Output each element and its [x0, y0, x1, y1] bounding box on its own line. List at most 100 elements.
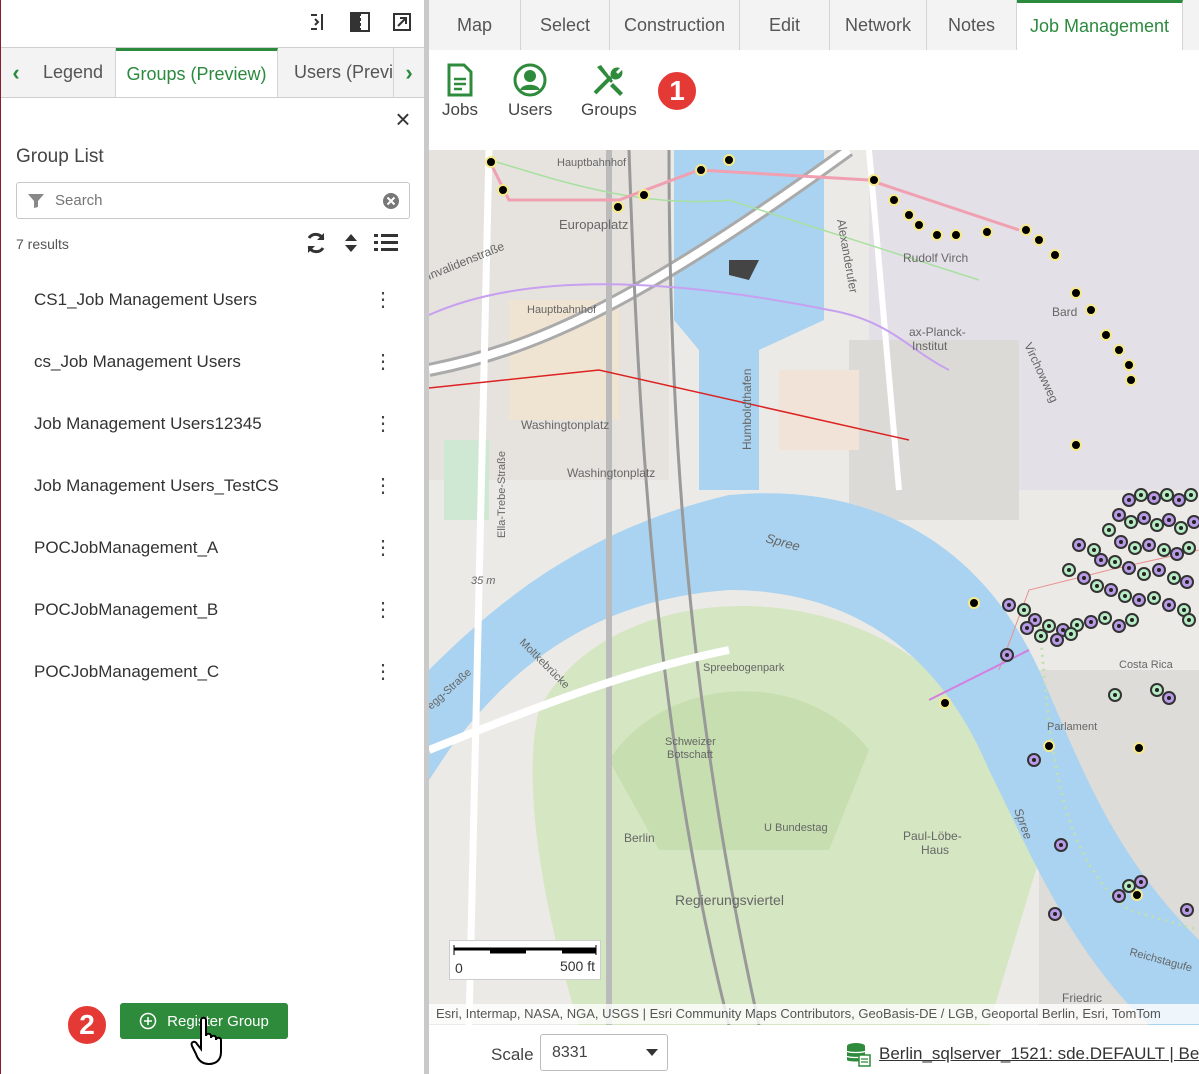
map-label-hauptbahnhof: Hauptbahnhof	[527, 304, 597, 316]
search-input[interactable]	[53, 191, 382, 210]
tabs-left-arrow-icon[interactable]: ‹	[1, 48, 31, 97]
list-item[interactable]: Job Management Users12345 ⋮	[1, 404, 411, 444]
more-options-icon[interactable]: ⋮	[373, 662, 393, 682]
tab-select[interactable]: Select	[521, 0, 610, 50]
collapse-panel-icon[interactable]	[306, 10, 330, 34]
search-field[interactable]	[16, 182, 410, 219]
utility-point-center	[1187, 618, 1191, 622]
utility-point-center	[1067, 568, 1071, 572]
groups-button[interactable]: Groups	[581, 62, 637, 120]
utility-point-center	[1053, 912, 1057, 916]
utility-point-center	[1133, 546, 1137, 550]
more-options-icon[interactable]: ⋮	[373, 476, 393, 496]
map-label-planck-2: Institut	[912, 339, 948, 353]
map-label-berlin: Berlin	[624, 831, 655, 845]
utility-point-center	[1182, 608, 1186, 612]
map-label-washingtonplatz: Washingtonplatz	[521, 418, 609, 432]
jobs-label: Jobs	[442, 100, 478, 119]
add-circle-icon	[139, 1012, 157, 1030]
map-label-schweizer: Schweizer	[665, 736, 716, 748]
popout-panel-icon[interactable]	[390, 10, 414, 34]
workspace-link[interactable]: Berlin_sqlserver_1521: sde.DEFAULT | Ber…	[845, 1041, 1199, 1067]
utility-point-center	[1095, 584, 1099, 588]
list-item[interactable]: cs_Job Management Users ⋮	[1, 342, 411, 382]
group-name: cs_Job Management Users	[34, 352, 241, 371]
tab-users[interactable]: Users (Previe	[278, 48, 394, 97]
scale-dropdown[interactable]: 8331	[540, 1034, 668, 1071]
map-label-planck: ax-Planck-	[909, 325, 966, 339]
tab-job-management[interactable]: Job Management	[1017, 0, 1183, 50]
map-label-u-bundestag: U Bundestag	[764, 822, 828, 834]
tab-edit[interactable]: Edit	[740, 0, 830, 50]
scale-value: 8331	[552, 1043, 588, 1061]
list-view-icon[interactable]	[373, 232, 399, 254]
map-view[interactable]: Hauptbahnhof Europaplatz Invalidenstraße…	[429, 150, 1199, 1025]
list-item[interactable]: POCJobManagement_B ⋮	[1, 590, 411, 630]
utility-point-center	[1175, 552, 1179, 556]
more-options-icon[interactable]: ⋮	[373, 352, 393, 372]
close-icon[interactable]: ×	[391, 106, 415, 132]
filter-icon	[28, 193, 44, 208]
ribbon-tabs: Map Select Construction Edit Network Not…	[429, 0, 1199, 51]
utility-point-center	[1162, 548, 1166, 552]
group-name: POCJobManagement_A	[34, 538, 219, 557]
groups-label: Groups	[581, 100, 637, 119]
utility-point-center	[1147, 543, 1151, 547]
tab-network[interactable]: Network	[830, 0, 927, 50]
utility-point-center	[1069, 632, 1073, 636]
utility-point-center	[1113, 693, 1117, 697]
clear-search-icon[interactable]	[382, 192, 400, 210]
utility-point-center	[1123, 594, 1127, 598]
group-name: POCJobManagement_B	[34, 600, 219, 619]
utility-point-center	[1032, 758, 1036, 762]
utility-point-center	[1152, 496, 1156, 500]
utility-point-center	[1033, 618, 1037, 622]
utility-point-center	[1172, 576, 1176, 580]
jobs-button[interactable]: Jobs	[442, 62, 478, 120]
dock-panel-icon[interactable]	[348, 10, 372, 34]
map-label-paul-loebe: Paul-Löbe-	[903, 829, 962, 843]
more-options-icon[interactable]: ⋮	[373, 538, 393, 558]
scale-bar-start: 0	[455, 960, 463, 976]
utility-point-center	[1185, 580, 1189, 584]
tab-map[interactable]: Map	[429, 0, 521, 50]
users-button[interactable]: Users	[508, 62, 552, 120]
chevron-down-icon	[646, 1049, 658, 1056]
more-options-icon[interactable]: ⋮	[373, 414, 393, 434]
sort-icon[interactable]	[343, 232, 359, 254]
utility-point-center	[1077, 543, 1081, 547]
database-icon	[846, 1043, 871, 1067]
more-options-icon[interactable]: ⋮	[373, 600, 393, 620]
list-item[interactable]: Job Management Users_TestCS ⋮	[1, 466, 411, 506]
list-item[interactable]: POCJobManagement_C ⋮	[1, 652, 411, 692]
map-label-paul-loebe-2: Haus	[921, 843, 949, 857]
tab-construction[interactable]: Construction	[610, 0, 740, 50]
tabs-right-arrow-icon[interactable]: ›	[394, 48, 424, 97]
document-icon	[447, 63, 473, 97]
utility-point-center	[1117, 894, 1121, 898]
utility-point-center	[1127, 884, 1131, 888]
tab-legend[interactable]: Legend	[31, 48, 116, 97]
map-label-ella-trebe: Ella-Trebe-Straße	[496, 451, 508, 538]
utility-point-center	[1165, 493, 1169, 497]
more-options-icon[interactable]: ⋮	[373, 290, 393, 310]
tab-groups[interactable]: Groups (Preview)	[116, 48, 278, 97]
group-name: Job Management Users_TestCS	[34, 476, 279, 495]
list-item[interactable]: CS1_Job Management Users ⋮	[1, 280, 411, 320]
tab-notes[interactable]: Notes	[927, 0, 1017, 50]
hand-cursor-icon	[190, 1016, 222, 1066]
utility-point-center	[1089, 620, 1093, 624]
utility-point-center	[1139, 493, 1143, 497]
map-label-rudolf-virchow: Rudolf Virch	[903, 251, 968, 265]
callout-badge-2: 2	[66, 1004, 108, 1046]
map-label-botschaft: Botschaft	[667, 749, 713, 761]
utility-point-center	[1055, 638, 1059, 642]
scale-bar: 0 500 ft	[449, 940, 601, 980]
result-count: 7 results	[16, 236, 69, 252]
refresh-icon[interactable]	[303, 230, 329, 256]
utility-point-center	[1189, 493, 1193, 497]
list-item[interactable]: POCJobManagement_A ⋮	[1, 528, 411, 568]
utility-point-center	[1142, 572, 1146, 576]
status-bar: Scale 8331 Berlin_sqlserver_1521: sde.DE…	[429, 1025, 1199, 1074]
utility-point-center	[1142, 516, 1146, 520]
